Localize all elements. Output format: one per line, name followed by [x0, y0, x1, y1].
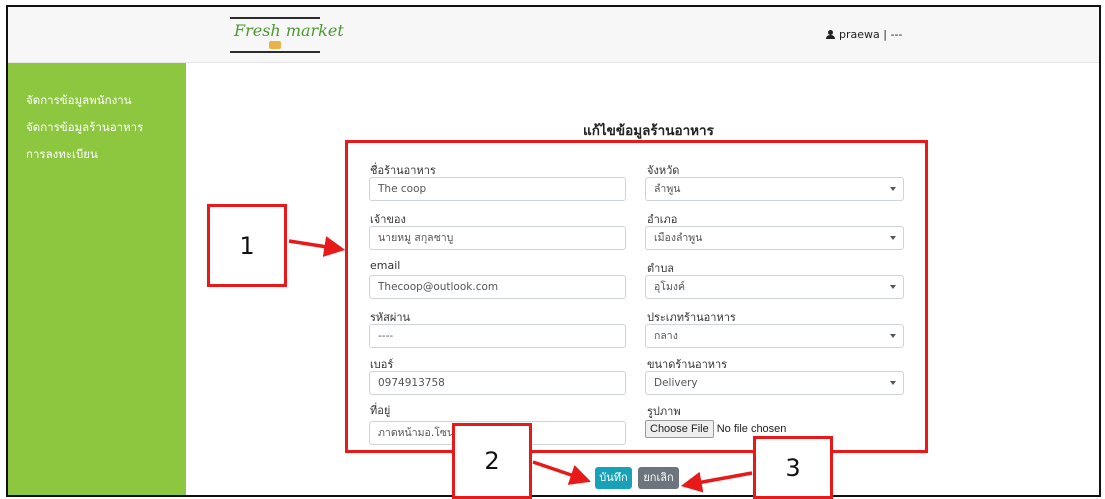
- logo-text: Fresh market: [234, 21, 344, 40]
- brand-logo[interactable]: Fresh market: [230, 15, 344, 55]
- sidebar-item-employees[interactable]: จัดการข้อมูลพนักงาน: [8, 87, 186, 114]
- sidebar-item-restaurants[interactable]: จัดการข้อมูลร้านอาหาร: [8, 114, 186, 141]
- email-input[interactable]: Thecoop@outlook.com: [369, 275, 626, 299]
- page-title: แก้ไขข้อมูลร้านอาหาร: [583, 123, 714, 139]
- subdistrict-value: อุโมงค์: [654, 281, 686, 293]
- cancel-button[interactable]: ยกเลิก: [638, 467, 679, 489]
- save-button[interactable]: บันทึก: [595, 467, 632, 489]
- top-navbar: Fresh market praewa | ---: [8, 7, 1099, 63]
- annotation-label-2: 2: [452, 423, 532, 499]
- chevron-down-icon: [890, 334, 896, 338]
- phone-input[interactable]: 0974913758: [369, 371, 626, 395]
- district-value: เมืองลำพูน: [654, 232, 703, 244]
- label-address: ที่อยู่: [370, 404, 391, 417]
- user-icon: [826, 30, 835, 39]
- sidebar: จัดการข้อมูลพนักงาน จัดการข้อมูลร้านอาหา…: [8, 63, 186, 495]
- file-status: No file chosen: [716, 423, 787, 435]
- label-email: email: [370, 259, 401, 272]
- annotation-label-3: 3: [753, 436, 833, 499]
- owner-input[interactable]: นายหมู สกุลชาบู: [369, 226, 626, 250]
- user-menu[interactable]: praewa | ---: [826, 28, 902, 41]
- restaurant-size-value: Delivery: [654, 377, 698, 389]
- more-menu[interactable]: ---: [890, 28, 902, 41]
- annotation-label-1: 1: [207, 204, 287, 287]
- restaurant-type-select[interactable]: กลาง: [645, 324, 904, 348]
- username: praewa: [839, 28, 880, 41]
- chevron-down-icon: [890, 285, 896, 289]
- district-select[interactable]: เมืองลำพูน: [645, 226, 904, 250]
- separator: |: [883, 28, 887, 41]
- restaurant-name-input[interactable]: The coop: [369, 177, 626, 201]
- restaurant-type-value: กลาง: [654, 330, 678, 342]
- basket-icon: [269, 41, 281, 49]
- password-input[interactable]: ----: [369, 324, 626, 348]
- label-image: รูปภาพ: [647, 405, 681, 418]
- chevron-down-icon: [890, 381, 896, 385]
- province-value: ลำพูน: [654, 183, 681, 195]
- province-select[interactable]: ลำพูน: [645, 177, 904, 201]
- restaurant-size-select[interactable]: Delivery: [645, 371, 904, 395]
- chevron-down-icon: [890, 236, 896, 240]
- chevron-down-icon: [890, 187, 896, 191]
- choose-file-button[interactable]: Choose File: [645, 420, 714, 438]
- sidebar-item-registration[interactable]: การลงทะเบียน: [8, 141, 186, 168]
- subdistrict-select[interactable]: อุโมงค์: [645, 275, 904, 299]
